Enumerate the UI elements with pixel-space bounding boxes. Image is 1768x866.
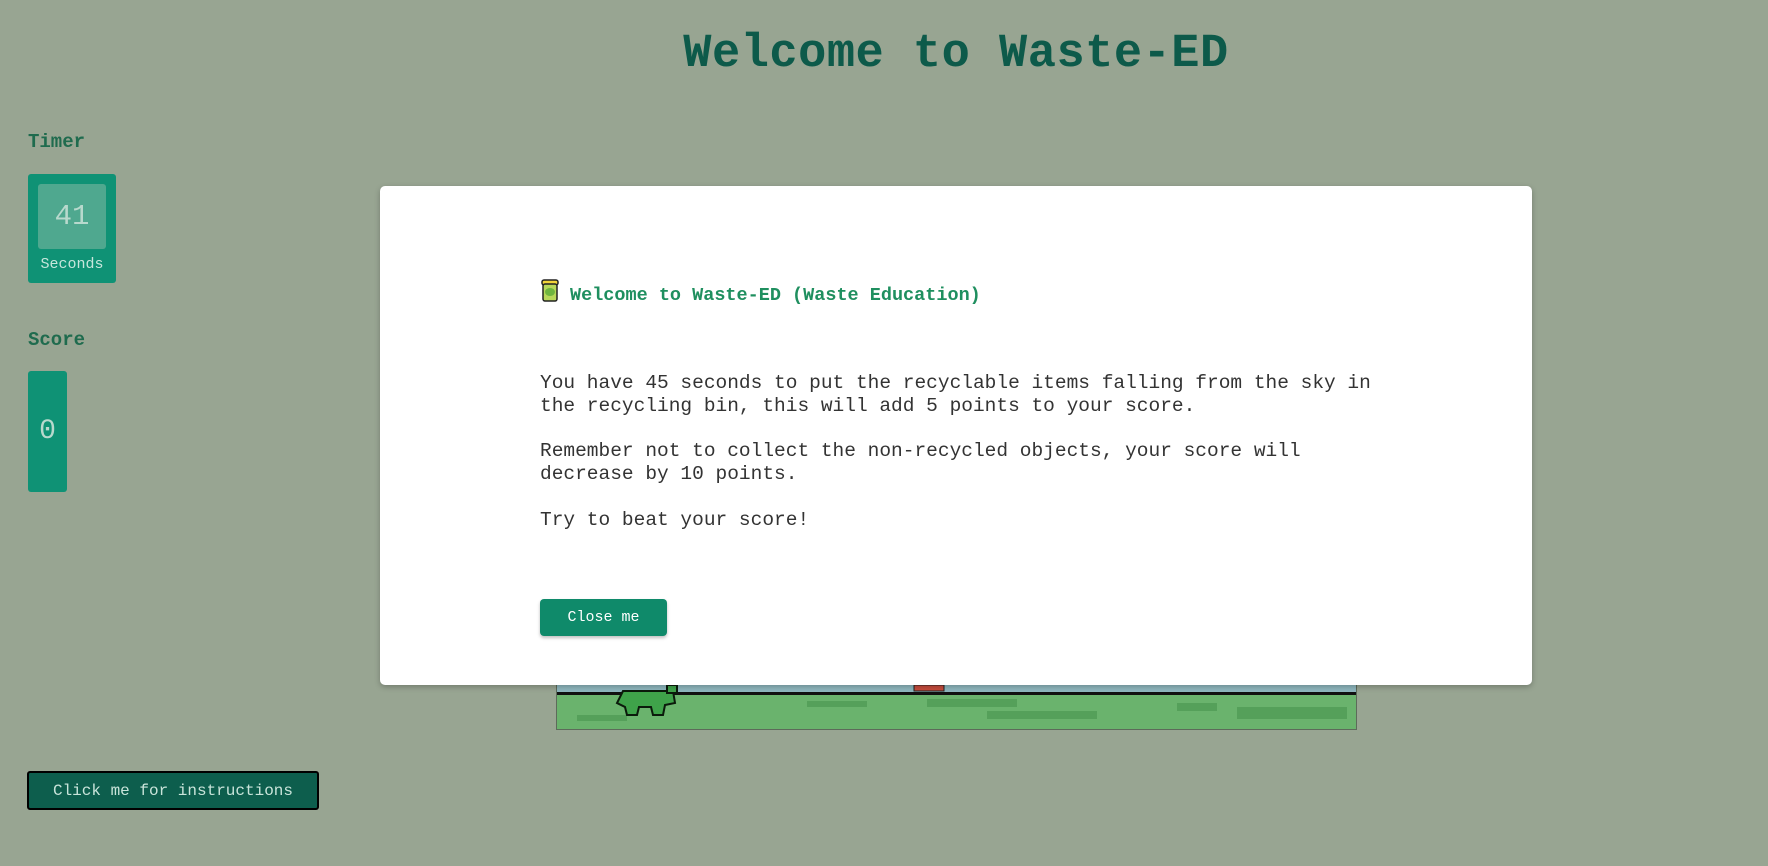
grass-patch (927, 699, 1017, 707)
instructions-paragraph: Try to beat your score! (540, 509, 810, 531)
game-canvas[interactable] (556, 684, 1357, 730)
instructions-modal: Welcome to Waste-ED (Waste Education) Yo… (380, 186, 1532, 685)
modal-heading: Welcome to Waste-ED (Waste Education) (540, 279, 981, 306)
instructions-paragraph: Remember not to collect the non-recycled… (540, 440, 1301, 485)
instructions-button[interactable]: Click me for instructions (27, 771, 319, 810)
grass-patch (807, 701, 867, 707)
timer-panel: 41 Seconds (28, 174, 116, 283)
turtle-sprite (615, 685, 678, 716)
score-label: Score (28, 329, 86, 351)
timer-label: Timer (28, 131, 86, 153)
modal-heading-text: Welcome to Waste-ED (Waste Education) (570, 285, 981, 306)
timer-unit: Seconds (40, 256, 104, 273)
timer-value: 41 (38, 184, 106, 249)
grass-patch (1177, 703, 1217, 711)
grass-patch (1237, 707, 1347, 719)
grass-patch (987, 711, 1097, 719)
falling-item-icon (913, 685, 945, 692)
score-value: 0 (28, 371, 67, 492)
page-title: Welcome to Waste-ED (683, 28, 1229, 81)
recycle-bin-icon (541, 279, 559, 302)
close-modal-button[interactable]: Close me (540, 599, 667, 636)
instructions-paragraph: You have 45 seconds to put the recyclabl… (540, 372, 1371, 417)
